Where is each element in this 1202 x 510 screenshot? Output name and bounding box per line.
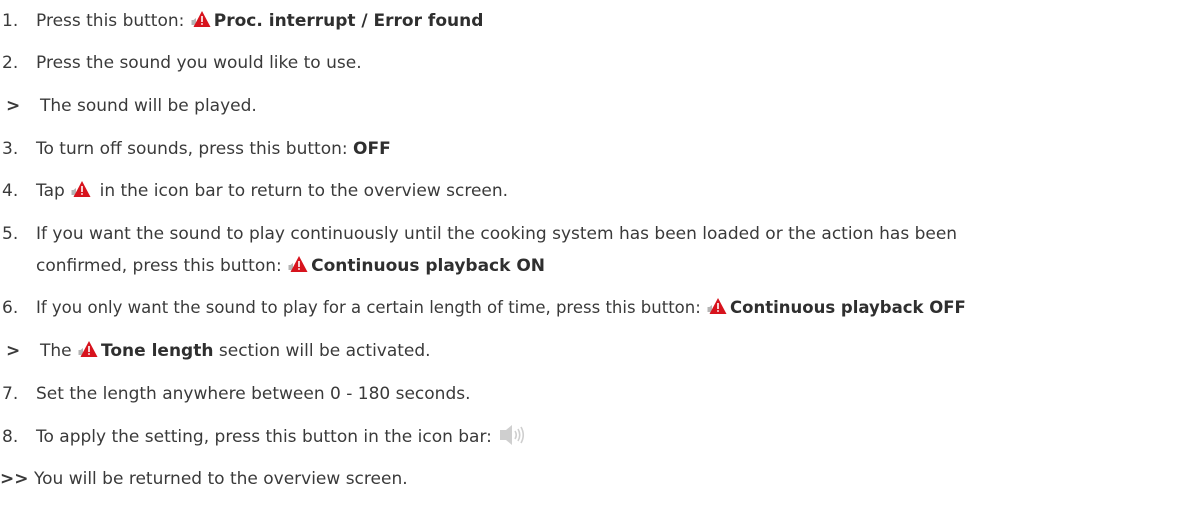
- step-text: Press the sound you would like to use.: [36, 53, 362, 73]
- step-number: 1.: [2, 11, 19, 31]
- step-number: 6.: [2, 298, 19, 318]
- step-text-lead: To turn off sounds, press this button:: [36, 139, 353, 159]
- result-final: >> You will be returned to the overview …: [0, 466, 408, 492]
- step-1: 1. Press this button: Proc. interrupt / …: [0, 8, 483, 34]
- step-text-line: confirmed, press this button: Continuous…: [36, 253, 957, 279]
- step-text-lead: Tap: [36, 181, 71, 201]
- step-text-lead: The: [40, 341, 78, 361]
- speaker-volume-icon: [500, 425, 526, 445]
- step-5: 5. If you want the sound to play continu…: [0, 221, 957, 279]
- step-text-tail: section will be activated.: [213, 341, 431, 361]
- step-text: Set the length anywhere between 0 - 180 …: [36, 384, 471, 404]
- step-6: 6. If you only want the sound to play fo…: [0, 295, 966, 321]
- sound-alarm-icon: [78, 340, 98, 358]
- step-text-lead: confirmed, press this button:: [36, 256, 288, 276]
- sound-alarm-icon: [71, 180, 91, 198]
- result-text: You will be returned to the overview scr…: [34, 469, 408, 489]
- button-name: Proc. interrupt / Error found: [213, 11, 484, 31]
- step-number: 4.: [2, 181, 19, 201]
- step-text-tail: in the icon bar to return to the overvie…: [94, 181, 509, 201]
- step-text-lead: If you only want the sound to play for a…: [36, 298, 707, 317]
- step-7: 7. Set the length anywhere between 0 - 1…: [0, 381, 471, 407]
- result-text: The sound will be played.: [40, 96, 257, 116]
- step-number: 5.: [2, 224, 19, 244]
- button-name: OFF: [353, 139, 391, 159]
- step-text: Tap in the icon bar to return to the ove…: [36, 178, 508, 204]
- result-marker: >: [6, 341, 21, 361]
- instructions-list: 1. Press this button: Proc. interrupt / …: [0, 0, 1202, 510]
- step-text-lead: Press this button:: [36, 11, 190, 31]
- step-number: 2.: [2, 53, 19, 73]
- step-text-line: If you want the sound to play continuous…: [36, 224, 958, 244]
- step-text: Press this button: Proc. interrupt / Err…: [36, 8, 483, 34]
- step-text: To apply the setting, press this button …: [36, 424, 526, 450]
- step-number: 7.: [2, 384, 19, 404]
- result-marker: >: [6, 96, 21, 116]
- result-1: > The sound will be played.: [0, 93, 257, 119]
- step-text: To turn off sounds, press this button: O…: [36, 136, 391, 162]
- step-number: 3.: [2, 139, 19, 159]
- step-text: If you want the sound to play continuous…: [36, 221, 957, 279]
- step-text-lead: To apply the setting, press this button …: [36, 427, 498, 447]
- sound-alarm-icon: [707, 297, 727, 315]
- step-4: 4. Tap in the icon bar to return to the …: [0, 178, 508, 204]
- result-marker: >>: [0, 469, 29, 489]
- sound-alarm-icon: [288, 255, 308, 273]
- section-name: Tone length: [101, 341, 214, 361]
- result-2: > The Tone length section will be activa…: [0, 338, 431, 364]
- button-name: Continuous playback OFF: [730, 298, 966, 317]
- step-number: 8.: [2, 427, 19, 447]
- step-3: 3. To turn off sounds, press this button…: [0, 136, 391, 162]
- result-text: The Tone length section will be activate…: [40, 338, 431, 364]
- button-name: Continuous playback ON: [311, 256, 546, 276]
- sound-alarm-icon: [191, 10, 211, 28]
- step-2: 2. Press the sound you would like to use…: [0, 50, 362, 76]
- step-text: If you only want the sound to play for a…: [36, 295, 966, 321]
- step-8: 8. To apply the setting, press this butt…: [0, 424, 526, 450]
